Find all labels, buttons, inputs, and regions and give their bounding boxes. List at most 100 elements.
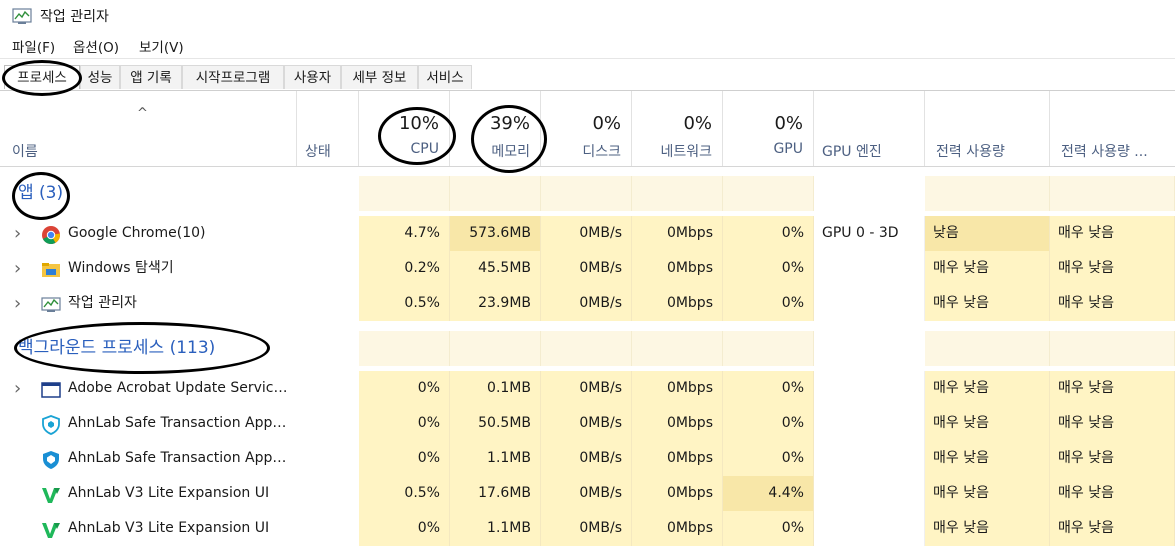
process-name: AhnLab V3 Lite Expansion UI bbox=[68, 485, 270, 501]
disk-cell: 0MB/s bbox=[541, 441, 632, 476]
process-row[interactable]: AhnLab Safe Transaction Appli... 0% 50.5MB… bbox=[0, 406, 1175, 441]
disk-cell: 0MB/s bbox=[541, 251, 632, 286]
column-header-power[interactable]: 전력 사용량 bbox=[925, 91, 1050, 167]
column-header-gpu[interactable]: 0% GPU bbox=[723, 91, 814, 167]
gpu-cell: 0% bbox=[723, 441, 814, 476]
column-disk-label: 디스크 bbox=[582, 144, 621, 160]
name-cell: › 작업 관리자 bbox=[0, 286, 359, 321]
memory-cell: 0.1MB bbox=[450, 371, 541, 406]
process-row[interactable]: AhnLab V3 Lite Expansion UI 0% 1.1MB 0MB/s 0… bbox=[0, 511, 1175, 546]
disk-cell: 0MB/s bbox=[541, 406, 632, 441]
power-cell: 매우 낮음 bbox=[925, 441, 1050, 476]
tab-performance[interactable]: 성능 bbox=[80, 65, 120, 89]
network-total-percent: 0% bbox=[683, 113, 712, 134]
network-cell: 0Mbps bbox=[632, 441, 723, 476]
memory-cell: 1.1MB bbox=[450, 511, 541, 546]
column-header-status[interactable]: 상태 bbox=[297, 91, 359, 167]
process-row[interactable]: › Google Chrome(10) 4.7% 573.6MB 0MB/s 0Mbps 0… bbox=[0, 216, 1175, 251]
power-trend-cell: 매우 낮음 bbox=[1050, 286, 1175, 321]
cpu-cell: 0% bbox=[359, 406, 450, 441]
process-row[interactable]: AhnLab V3 Lite Expansion UI 0.5% 17.6MB 0MB… bbox=[0, 476, 1175, 511]
disk-cell: 0MB/s bbox=[541, 476, 632, 511]
task-manager-icon bbox=[12, 8, 32, 24]
menu-divider bbox=[0, 58, 1175, 59]
group-header-apps[interactable]: 앱 (3) bbox=[0, 176, 1175, 211]
column-header-disk[interactable]: 0% 디스크 bbox=[541, 91, 632, 167]
gpu-cell: 0% bbox=[723, 371, 814, 406]
v3-icon bbox=[41, 519, 61, 539]
network-cell: 0Mbps bbox=[632, 251, 723, 286]
name-cell: AhnLab Safe Transaction Appli... bbox=[0, 406, 359, 441]
name-cell: AhnLab V3 Lite Expansion UI bbox=[0, 476, 359, 511]
name-cell: › Windows 탐색기 bbox=[0, 251, 359, 286]
menu-options[interactable]: 옵션(O) bbox=[73, 36, 119, 56]
network-cell: 0Mbps bbox=[632, 476, 723, 511]
process-row[interactable]: › 작업 관리자 0.5% 23.9MB 0MB/s 0Mbps 0% 매우 낮음 매우 낮음 bbox=[0, 286, 1175, 321]
chevron-right-icon[interactable]: › bbox=[14, 251, 28, 286]
menu-view[interactable]: 보기(V) bbox=[139, 36, 184, 56]
tab-startup[interactable]: 시작프로그램 bbox=[182, 65, 284, 89]
annotation-ellipse-memory bbox=[471, 105, 547, 173]
annotation-ellipse-background bbox=[14, 322, 270, 374]
network-cell: 0Mbps bbox=[632, 216, 723, 251]
process-name: 작업 관리자 bbox=[68, 295, 137, 311]
gpu-engine-cell bbox=[814, 441, 925, 476]
cpu-cell: 0% bbox=[359, 511, 450, 546]
power-cell: 낮음 bbox=[925, 216, 1050, 251]
column-status-label: 상태 bbox=[305, 144, 331, 160]
gpu-cell: 0% bbox=[723, 251, 814, 286]
power-trend-cell: 매우 낮음 bbox=[1050, 441, 1175, 476]
chrome-icon bbox=[41, 224, 61, 245]
gpu-engine-cell bbox=[814, 251, 925, 286]
memory-cell: 45.5MB bbox=[450, 251, 541, 286]
column-power-trend-label: 전력 사용량 ... bbox=[1061, 144, 1148, 160]
power-trend-cell: 매우 낮음 bbox=[1050, 476, 1175, 511]
process-row[interactable]: › Windows 탐색기 0.2% 45.5MB 0MB/s 0Mbps 0% 매우 낮음 매… bbox=[0, 251, 1175, 286]
process-name: Adobe Acrobat Update Service... bbox=[68, 380, 290, 396]
process-row[interactable]: AhnLab Safe Transaction Appli... 0% 1.1MB 0… bbox=[0, 441, 1175, 476]
menu-file[interactable]: 파일(F) bbox=[12, 36, 55, 56]
column-header-network[interactable]: 0% 네트워크 bbox=[632, 91, 723, 167]
column-power-label: 전력 사용량 bbox=[936, 144, 1005, 160]
memory-cell: 50.5MB bbox=[450, 406, 541, 441]
column-header-power-trend[interactable]: 전력 사용량 ... bbox=[1050, 91, 1175, 167]
shield-filled-icon bbox=[41, 449, 61, 469]
annotation-ellipse-tab bbox=[2, 60, 82, 96]
process-name: AhnLab Safe Transaction Appli... bbox=[68, 415, 290, 431]
memory-cell: 23.9MB bbox=[450, 286, 541, 321]
tab-details[interactable]: 세부 정보 bbox=[341, 65, 418, 89]
gpu-engine-cell bbox=[814, 371, 925, 406]
chevron-right-icon[interactable]: › bbox=[14, 371, 28, 406]
chevron-right-icon[interactable]: › bbox=[14, 216, 28, 251]
network-cell: 0Mbps bbox=[632, 286, 723, 321]
tab-services[interactable]: 서비스 bbox=[418, 65, 472, 89]
tab-app-history[interactable]: 앱 기록 bbox=[120, 65, 182, 89]
gpu-cell: 0% bbox=[723, 286, 814, 321]
process-name: Google Chrome(10) bbox=[68, 225, 206, 241]
power-trend-cell: 매우 낮음 bbox=[1050, 511, 1175, 546]
network-cell: 0Mbps bbox=[632, 371, 723, 406]
window-icon bbox=[41, 379, 61, 399]
process-name: Windows 탐색기 bbox=[68, 260, 174, 276]
tab-users[interactable]: 사용자 bbox=[284, 65, 341, 89]
title-bar: 작업 관리자 bbox=[0, 0, 1175, 32]
name-cell: › Adobe Acrobat Update Service... bbox=[0, 371, 359, 406]
gpu-engine-cell bbox=[814, 286, 925, 321]
gpu-engine-cell bbox=[814, 511, 925, 546]
process-row[interactable]: › Adobe Acrobat Update Service... 0% 0.1MB 0… bbox=[0, 371, 1175, 406]
cpu-cell: 0% bbox=[359, 441, 450, 476]
cpu-cell: 0.5% bbox=[359, 476, 450, 511]
column-header-gpu-engine[interactable]: GPU 엔진 bbox=[814, 91, 925, 167]
folder-icon bbox=[41, 259, 61, 279]
memory-cell: 573.6MB bbox=[450, 216, 541, 251]
power-trend-cell: 매우 낮음 bbox=[1050, 216, 1175, 251]
gpu-engine-cell: GPU 0 - 3D bbox=[814, 216, 925, 251]
column-header-name[interactable]: ^ 이름 bbox=[0, 91, 297, 167]
sort-up-icon: ^ bbox=[137, 106, 148, 121]
memory-cell: 1.1MB bbox=[450, 441, 541, 476]
chevron-right-icon[interactable]: › bbox=[14, 286, 28, 321]
gpu-cell: 0% bbox=[723, 511, 814, 546]
cpu-cell: 0% bbox=[359, 371, 450, 406]
disk-total-percent: 0% bbox=[592, 113, 621, 134]
cpu-cell: 0.2% bbox=[359, 251, 450, 286]
